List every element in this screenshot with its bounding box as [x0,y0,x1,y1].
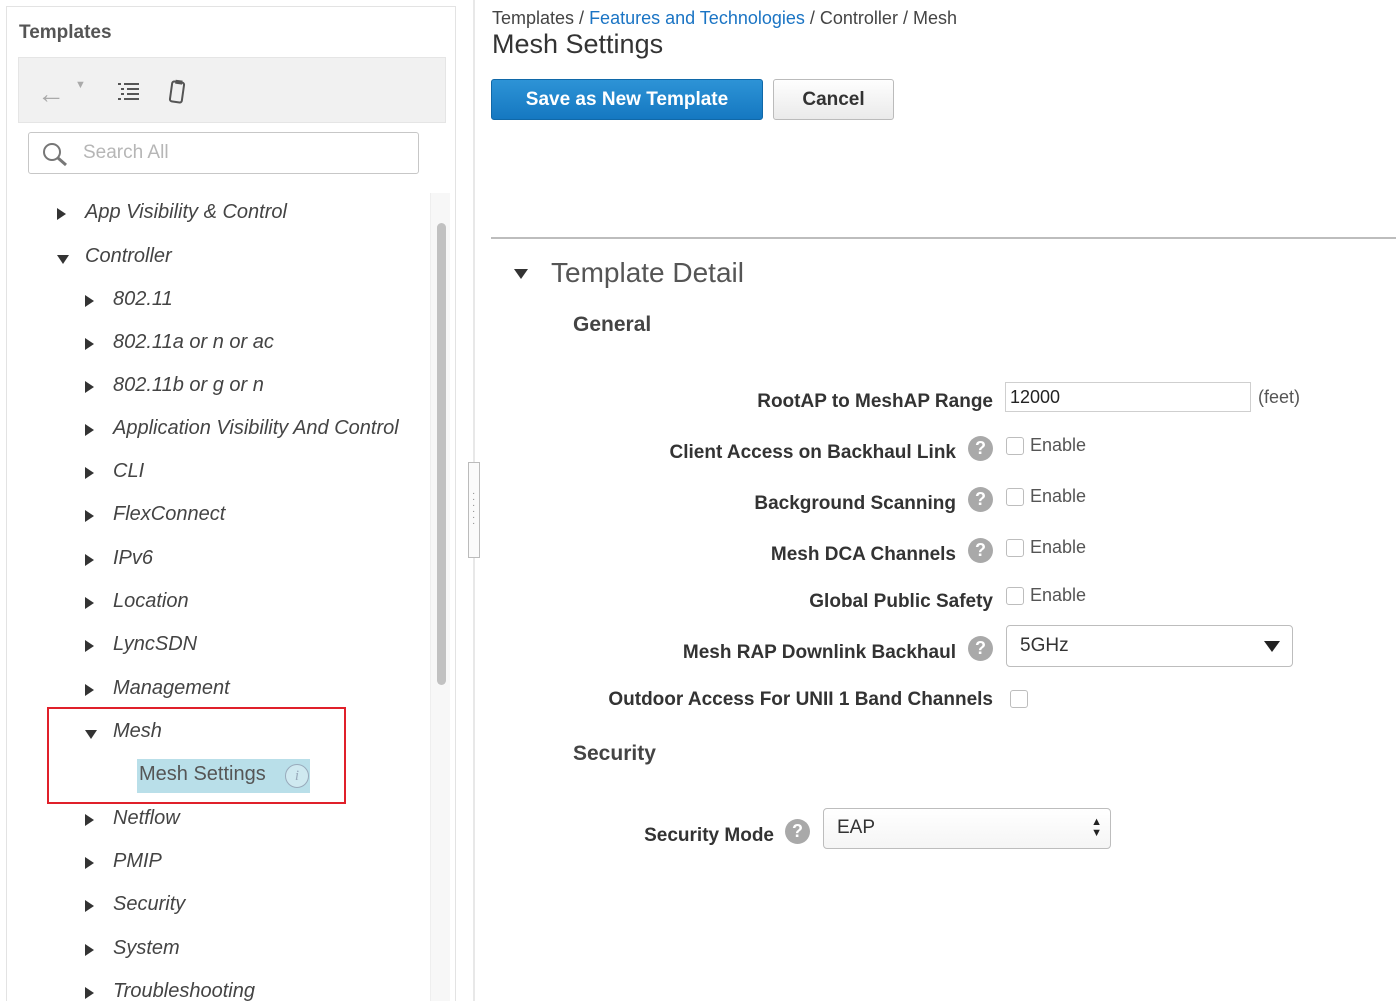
help-icon[interactable]: ? [968,436,993,461]
enable-label: Enable [1030,486,1087,506]
template-detail-heading: Template Detail [551,257,744,288]
expand-arrow-icon[interactable] [85,987,94,999]
panel-title: Templates [19,22,112,43]
client-access-checkbox[interactable] [1006,437,1024,455]
breadcrumb-separator: / [897,8,913,28]
expand-arrow-icon[interactable] [57,208,66,220]
general-heading: General [573,313,652,336]
background-scanning-label: Background Scanning [754,493,956,514]
expand-arrow-icon[interactable] [85,814,94,826]
security-heading: Security [573,742,656,765]
scrollbar-thumb[interactable] [437,223,446,685]
expand-arrow-icon[interactable] [85,424,94,436]
tree-item-label: System [113,937,180,959]
expand-arrow-icon[interactable] [85,467,94,479]
breadcrumb-templates[interactable]: Templates [492,8,574,28]
page-title: Mesh Settings [492,29,664,59]
outdoor-access-label: Outdoor Access For UNII 1 Band Channels [608,689,993,710]
public-safety-label: Global Public Safety [809,591,993,612]
updown-arrows-icon: ▲ ▼ [1091,816,1102,839]
expand-arrow-icon[interactable] [85,597,94,609]
tree-toolbar: ← ▼ [18,57,446,123]
collapse-arrow-icon[interactable] [57,255,69,264]
clipboard-icon[interactable] [167,78,189,111]
tree-item-label: Security [113,893,186,915]
breadcrumb-controller[interactable]: Controller [820,8,898,28]
tree-item-label: PMIP [113,850,162,872]
grip-icon: · · · · · · [472,488,476,529]
expand-arrow-icon[interactable] [85,944,94,956]
help-icon[interactable]: ? [785,819,810,844]
tree-item-label: 802.11 [113,288,173,310]
range-input[interactable] [1005,382,1251,412]
expand-arrow-icon[interactable] [85,684,94,696]
search-box [28,132,419,174]
tree-item-label: App Visibility & Control [85,201,287,223]
expand-arrow-icon[interactable] [85,381,94,393]
tree-item-label: LyncSDN [113,633,198,655]
search-icon [43,143,67,167]
expand-arrow-icon[interactable] [85,900,94,912]
help-icon[interactable]: ? [968,538,993,563]
expand-arrow-icon[interactable] [85,640,94,652]
public-safety-checkbox[interactable] [1006,587,1024,605]
tree-item-label: 802.11b or g or n [113,374,264,396]
chevron-down-icon [1264,641,1280,652]
tree-item-label: CLI [113,460,145,482]
highlight-box [47,707,346,804]
tree-item-label: Controller [85,245,172,267]
help-icon[interactable]: ? [968,487,993,512]
search-input[interactable] [83,139,403,167]
breadcrumb-mesh[interactable]: Mesh [913,8,957,28]
save-as-new-template-button[interactable]: Save as New Template [491,79,763,120]
expand-arrow-icon[interactable] [85,295,94,307]
security-mode-selected-value: EAP [837,817,876,838]
help-icon[interactable]: ? [968,636,993,661]
downlink-backhaul-select[interactable]: 5GHz [1006,625,1293,667]
dropdown-caret-icon[interactable]: ▼ [75,80,86,91]
templates-panel: Templates ← ▼ App Visibility & Control [6,6,456,1001]
tree-item-label: Netflow [113,807,180,829]
background-scanning-checkbox[interactable] [1006,488,1024,506]
client-access-label: Client Access on Backhaul Link [669,442,957,463]
enable-label: Enable [1030,537,1087,557]
tree-item-label: Location [113,590,189,612]
breadcrumb-separator: / [574,8,590,28]
enable-label: Enable [1030,585,1087,605]
dca-channels-checkbox[interactable] [1006,539,1024,557]
dca-channels-label: Mesh DCA Channels [770,544,956,565]
expand-arrow-icon[interactable] [85,510,94,522]
back-arrow-icon[interactable]: ← [37,80,65,108]
cancel-button[interactable]: Cancel [773,79,894,120]
tree-item-label: FlexConnect [113,503,226,525]
breadcrumb: Templates / Features and Technologies / … [492,8,957,29]
enable-label: Enable [1030,435,1087,455]
downlink-backhaul-label: Mesh RAP Downlink Backhaul [682,642,956,663]
expand-arrow-icon[interactable] [85,554,94,566]
collapse-arrow-icon[interactable] [514,269,528,279]
outdoor-access-checkbox[interactable] [1010,690,1028,708]
tree-item-label: Troubleshooting [113,980,255,1001]
expand-arrow-icon[interactable] [85,857,94,869]
tree-item-label: 802.11a or n or ac [113,331,274,353]
panel-splitter-handle[interactable]: · · · · · · [468,462,480,558]
downlink-selected-value: 5GHz [1020,635,1069,656]
range-label: RootAP to MeshAP Range [757,391,993,412]
range-unit: (feet) [1258,387,1301,407]
expand-arrow-icon[interactable] [85,338,94,350]
tree-item-label: Application Visibility And Control [113,417,399,439]
security-mode-label: Security Mode [644,825,774,846]
tree-item-label: IPv6 [113,547,154,569]
security-mode-select[interactable]: EAP ▲ ▼ [823,808,1111,849]
breadcrumb-features-link[interactable]: Features and Technologies [589,8,805,28]
breadcrumb-separator: / [804,8,820,28]
list-view-icon[interactable] [117,80,141,109]
tree-item-label: Management [113,677,230,699]
section-divider [491,237,1396,239]
